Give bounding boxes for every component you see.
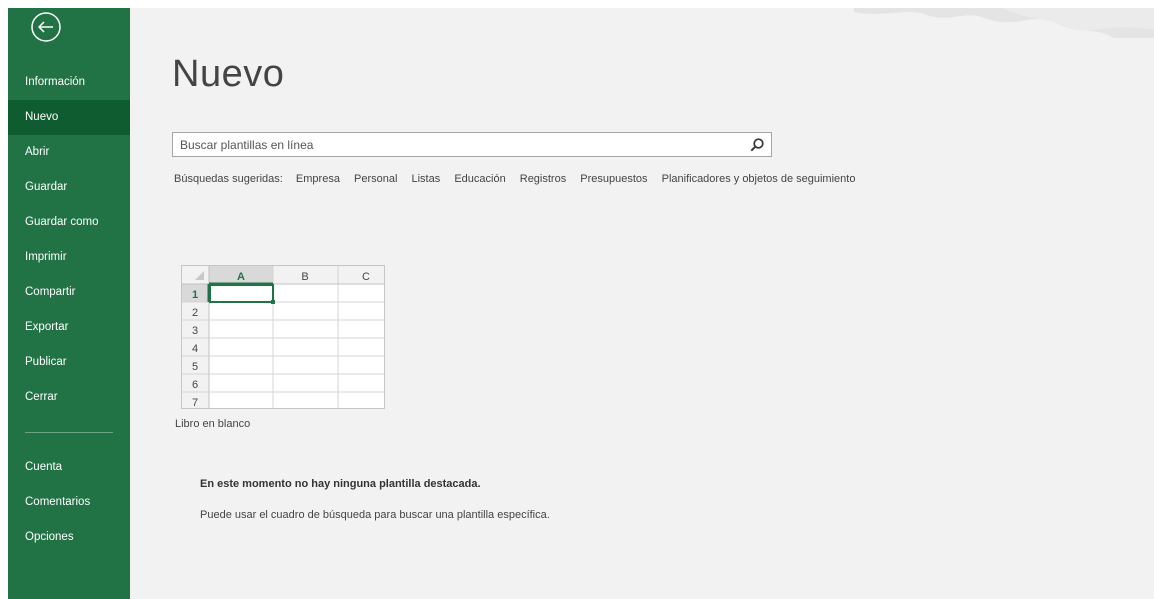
- nav-item-cerrar[interactable]: Cerrar: [8, 380, 130, 415]
- suggested-link-listas[interactable]: Listas: [412, 173, 441, 185]
- row-header-6: 6: [192, 379, 198, 391]
- nav-item-abrir[interactable]: Abrir: [8, 135, 130, 170]
- row-header-7: 7: [192, 397, 198, 409]
- suggested-link-personal[interactable]: Personal: [354, 173, 397, 185]
- nav-item-comentarios[interactable]: Comentarios: [8, 485, 130, 520]
- suggested-link-educacion[interactable]: Educación: [454, 173, 505, 185]
- row-header-5: 5: [192, 361, 198, 373]
- blank-workbook-label[interactable]: Libro en blanco: [175, 418, 250, 430]
- active-cell-a1: [209, 284, 274, 303]
- suggested-link-planificadores[interactable]: Planificadores y objetos de seguimiento: [662, 173, 856, 185]
- row-header-2: 2: [192, 307, 198, 319]
- no-featured-message: En este momento no hay ninguna plantilla…: [200, 478, 481, 490]
- template-search-input[interactable]: [180, 136, 740, 153]
- row-header-3: 3: [192, 325, 198, 337]
- nav-item-compartir[interactable]: Compartir: [8, 275, 130, 310]
- suggested-link-empresa[interactable]: Empresa: [296, 173, 340, 185]
- nav-item-informacion[interactable]: Información: [8, 65, 130, 100]
- nav-item-nuevo[interactable]: Nuevo: [8, 100, 130, 135]
- nav-item-guardar[interactable]: Guardar: [8, 170, 130, 205]
- search-hint-message: Puede usar el cuadro de búsqueda para bu…: [200, 509, 550, 521]
- nav-item-opciones[interactable]: Opciones: [8, 520, 130, 555]
- fill-handle: [271, 300, 275, 304]
- back-arrow-icon: [31, 12, 61, 42]
- nav-item-imprimir[interactable]: Imprimir: [8, 240, 130, 275]
- column-header-b: B: [301, 271, 308, 283]
- row-header-4: 4: [192, 343, 198, 355]
- blank-workbook-template[interactable]: A B C 1 2 3 4 5 6 7: [181, 265, 385, 409]
- row-header-1: 1: [192, 289, 198, 301]
- nav-item-publicar[interactable]: Publicar: [8, 345, 130, 380]
- search-icon[interactable]: [749, 137, 765, 153]
- nav-item-cuenta[interactable]: Cuenta: [8, 450, 130, 485]
- nav-item-guardar-como[interactable]: Guardar como: [8, 205, 130, 240]
- nav-item-exportar[interactable]: Exportar: [8, 310, 130, 345]
- suggested-searches: Búsquedas sugeridas: Empresa Personal Li…: [174, 173, 866, 185]
- backstage-main: Nuevo Búsquedas sugeridas: Empresa Perso…: [130, 8, 1154, 599]
- backstage-sidebar: Información Nuevo Abrir Guardar Guardar …: [8, 8, 130, 599]
- suggested-searches-label: Búsquedas sugeridas:: [174, 173, 283, 185]
- backstage-nav: Información Nuevo Abrir Guardar Guardar …: [8, 65, 130, 555]
- page-title: Nuevo: [172, 53, 285, 95]
- header-decoration: [854, 8, 1154, 38]
- nav-divider: [8, 415, 130, 450]
- column-header-a: A: [237, 271, 245, 283]
- suggested-link-registros[interactable]: Registros: [520, 173, 566, 185]
- blank-workbook-preview: A B C 1 2 3 4 5 6 7: [182, 266, 384, 409]
- template-search-box: [172, 132, 772, 157]
- suggested-link-presupuestos[interactable]: Presupuestos: [580, 173, 647, 185]
- back-button[interactable]: [30, 11, 62, 43]
- column-header-c: C: [362, 271, 370, 283]
